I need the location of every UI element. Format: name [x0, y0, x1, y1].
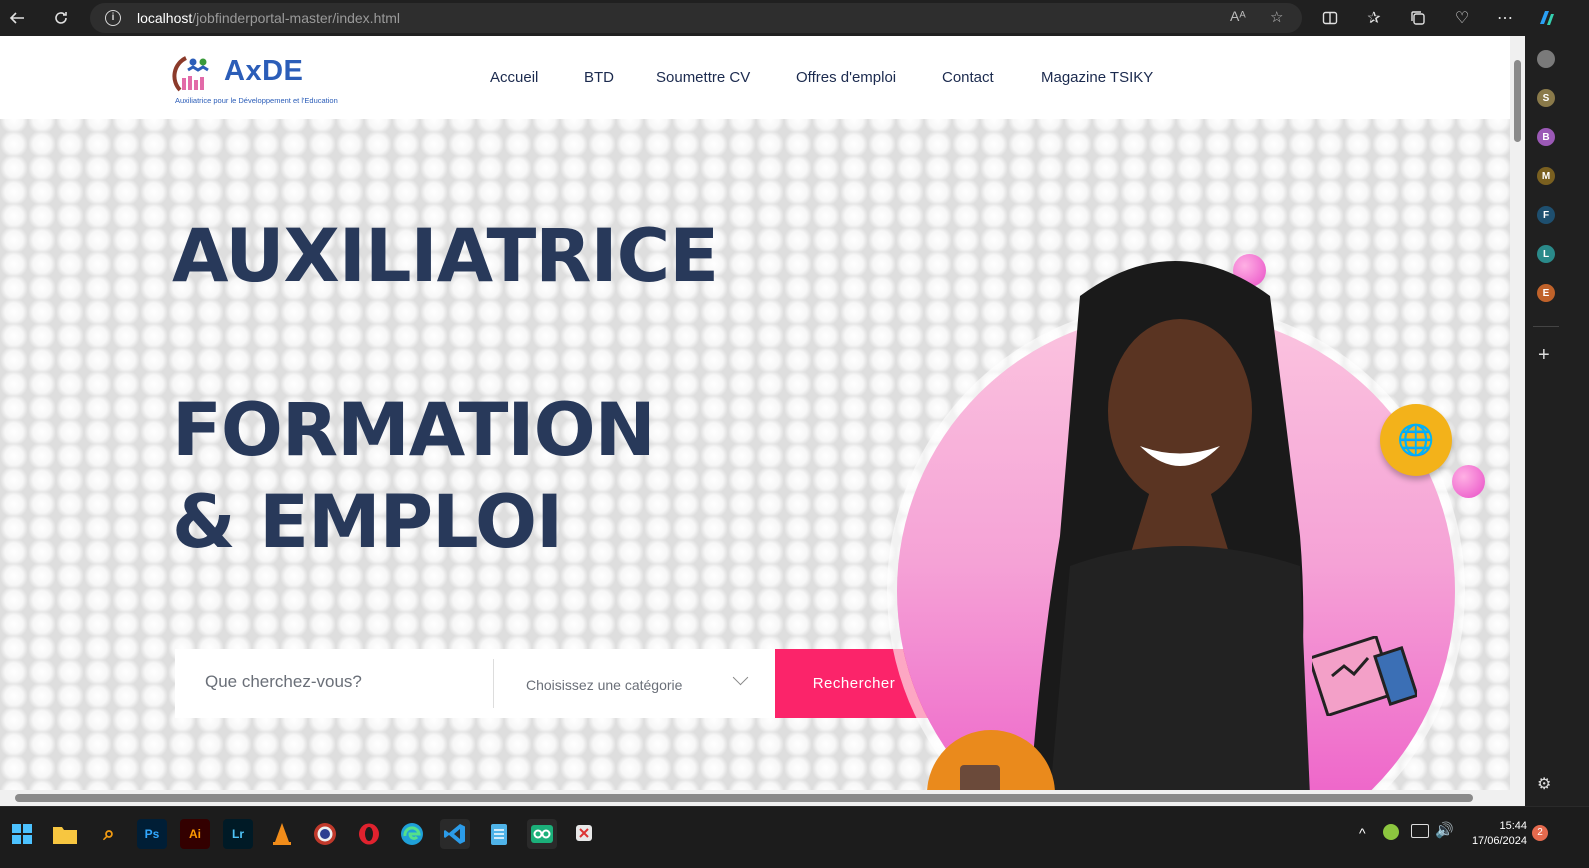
chevron-down-icon[interactable] [732, 669, 749, 686]
vlc-icon[interactable] [267, 819, 297, 849]
sidebar-add-icon[interactable]: + [1538, 344, 1550, 367]
vscode-icon[interactable] [440, 819, 470, 849]
lightroom-icon[interactable]: Lr [223, 819, 253, 849]
refresh-icon[interactable] [50, 7, 72, 29]
hero-title-line3: & EMPLOI [172, 480, 563, 565]
sidebar-profile-e[interactable]: E [1537, 284, 1555, 302]
hero-title-line2: FORMATION [172, 388, 656, 473]
globe-badge-icon: 🌐 [1380, 404, 1452, 476]
page-viewport: AxDE Auxiliatrice pour le Développement … [0, 36, 1510, 790]
clock-time: 15:44 [1499, 820, 1527, 832]
search-input[interactable]: Que cherchez-vous? [205, 672, 362, 692]
split-screen-icon[interactable] [1319, 7, 1341, 29]
search-divider [493, 659, 494, 708]
profile-avatar[interactable] [1537, 50, 1555, 68]
network-icon[interactable] [1411, 824, 1429, 838]
category-select[interactable]: Choisissez une catégorie [526, 677, 682, 693]
logo-name: AxDE [224, 55, 304, 87]
browser-essentials-icon[interactable]: ♡ [1451, 7, 1473, 29]
sidebar-profile-f[interactable]: F [1537, 206, 1555, 224]
clock-date: 17/06/2024 [1471, 835, 1527, 847]
sidebar-divider [1533, 326, 1559, 327]
nav-magazine-tsiky[interactable]: Magazine TSIKY [1041, 69, 1153, 86]
site-info-icon[interactable]: i [105, 10, 121, 26]
vertical-scroll-thumb[interactable] [1514, 60, 1521, 142]
app-qo-icon[interactable] [527, 819, 557, 849]
volume-icon[interactable]: 🔊 [1435, 821, 1454, 839]
search-form: Que cherchez-vous? Choisissez une catégo… [175, 649, 775, 718]
url-text[interactable]: localhost/jobfinderportal-master/index.h… [137, 10, 400, 26]
tray-chevron-up-icon[interactable]: ^ [1359, 825, 1366, 841]
copilot-icon[interactable] [1535, 7, 1557, 29]
collections-icon[interactable] [1407, 7, 1429, 29]
more-options-icon[interactable]: ⋯ [1494, 7, 1516, 29]
logo-emblem-icon [172, 56, 209, 92]
sidebar-profile-m[interactable]: M [1537, 167, 1555, 185]
notepad-icon[interactable] [484, 819, 514, 849]
browser-toolbar: i localhost/jobfinderportal-master/index… [0, 0, 1589, 36]
captain-shield-icon[interactable] [310, 819, 340, 849]
search-icon[interactable]: ⌕ [94, 819, 124, 849]
notification-badge[interactable]: 2 [1532, 825, 1548, 841]
vertical-scrollbar[interactable] [1510, 36, 1525, 790]
windows-start-icon[interactable] [7, 819, 37, 849]
nav-contact[interactable]: Contact [942, 69, 994, 86]
sidebar-profile-l[interactable]: L [1537, 245, 1555, 263]
decor-bubble [1452, 465, 1485, 498]
report-document-icon [1312, 636, 1417, 716]
sidebar-profile-b[interactable]: B [1537, 128, 1555, 146]
system-clock[interactable]: 15:44 17/06/2024 [1462, 819, 1527, 849]
logo-tagline: Auxiliatrice pour le Développement et l'… [175, 96, 338, 105]
edge-icon[interactable] [397, 819, 427, 849]
url-path: /jobfinderportal-master/index.html [192, 10, 401, 26]
photoshop-icon[interactable]: Ps [137, 819, 167, 849]
back-arrow-icon[interactable] [6, 7, 28, 29]
opera-icon[interactable] [354, 819, 384, 849]
sidebar-settings-icon[interactable]: ⚙ [1537, 774, 1551, 794]
browser-sidebar: S B M F L E + ⚙ [1525, 36, 1589, 806]
taskbar: ⌕ Ps Ai Lr ^ 🔊 15:44 17/06/2024 2 [0, 806, 1589, 868]
nav-soumettre-cv[interactable]: Soumettre CV [656, 69, 750, 86]
horizontal-scroll-thumb[interactable] [15, 794, 1473, 802]
sidebar-profile-s[interactable]: S [1537, 89, 1555, 107]
read-aloud-icon[interactable]: Aᴬ [1230, 8, 1246, 24]
favorites-icon[interactable]: ✰ [1363, 7, 1385, 29]
hero-person-photo [1030, 261, 1310, 790]
scrollbar-corner [1510, 790, 1525, 806]
illustrator-icon[interactable]: Ai [180, 819, 210, 849]
file-explorer-icon[interactable] [50, 819, 80, 849]
horizontal-scrollbar[interactable] [0, 790, 1510, 806]
briefcase-icon [960, 765, 1000, 790]
snipping-tool-icon[interactable] [570, 819, 600, 849]
favorite-star-icon[interactable]: ☆ [1270, 8, 1283, 26]
tray-app-icon[interactable] [1383, 824, 1399, 840]
nav-accueil[interactable]: Accueil [490, 69, 538, 86]
nav-btd[interactable]: BTD [584, 69, 614, 86]
url-host: localhost [137, 10, 193, 26]
site-header: AxDE Auxiliatrice pour le Développement … [0, 36, 1510, 119]
address-bar[interactable]: i localhost/jobfinderportal-master/index… [90, 3, 1302, 33]
hero-title-line1: AUXILIATRICE [172, 214, 719, 299]
site-logo[interactable]: AxDE Auxiliatrice pour le Développement … [172, 50, 338, 108]
nav-offres-emploi[interactable]: Offres d'emploi [796, 69, 896, 86]
